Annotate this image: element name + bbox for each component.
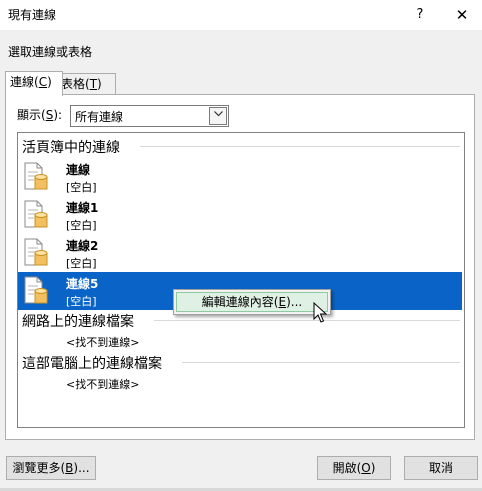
edit-connection-properties-label: 編輯連線內容 — [201, 295, 274, 309]
tab-tables[interactable]: 表格(T) — [56, 73, 116, 95]
network-not-found: <找不到連線> — [66, 336, 140, 349]
connection-name: 連線2 — [66, 239, 99, 253]
connection-file-icon — [24, 162, 48, 190]
dialog-prompt: 選取連線或表格 — [8, 45, 93, 59]
title-bar: 現有連線 ? ✕ — [0, 0, 482, 30]
open-button[interactable]: 開啟(O) — [317, 456, 391, 480]
section-divider — [140, 146, 460, 147]
browse-more-label: 瀏覽更多 — [12, 461, 61, 475]
connection-item[interactable]: 連線 [空白] — [18, 158, 462, 196]
tab-tables-key: T — [89, 77, 98, 91]
mouse-pointer-icon — [313, 302, 327, 323]
connection-file-icon — [24, 200, 48, 228]
help-button[interactable]: ? — [400, 0, 440, 30]
chevron-down-icon[interactable] — [209, 107, 227, 125]
context-menu: 編輯連線內容(E)... — [173, 289, 331, 315]
connection-file-icon — [24, 276, 48, 304]
connection-item[interactable]: 連線1 [空白] — [18, 196, 462, 234]
connection-description: [空白] — [66, 257, 97, 270]
connection-item[interactable]: 連線2 [空白] — [18, 234, 462, 272]
browse-more-button[interactable]: 瀏覽更多(B)... — [6, 456, 96, 480]
section-divider — [182, 362, 460, 363]
section-network-files: 網路上的連線檔案 — [22, 314, 134, 330]
browse-more-key: B — [65, 461, 74, 475]
show-filter-dropdown[interactable]: 所有連線 — [70, 105, 229, 127]
connection-description: [空白] — [66, 181, 97, 194]
edit-connection-properties-key: E — [278, 295, 287, 309]
connection-name: 連線1 — [66, 201, 99, 215]
tab-tables-label: 表格 — [61, 77, 86, 91]
edit-connection-properties-suffix: ... — [290, 295, 303, 309]
show-filter-value: 所有連線 — [75, 110, 124, 124]
connection-name: 連線 — [66, 163, 91, 177]
edit-connection-properties-item[interactable]: 編輯連線內容(E)... — [176, 292, 328, 312]
show-label-key: S — [45, 108, 54, 122]
show-label-text: 顯示 — [17, 108, 42, 122]
connection-name: 連線5 — [66, 277, 99, 291]
open-label: 開啟 — [332, 461, 357, 475]
tab-connections-label: 連線 — [10, 75, 35, 89]
cancel-button[interactable]: 取消 — [404, 456, 478, 480]
close-button[interactable]: ✕ — [442, 0, 482, 30]
tab-connections[interactable]: 連線(C) — [5, 71, 63, 96]
tab-connections-key: C — [38, 75, 48, 89]
connection-file-icon — [24, 238, 48, 266]
section-workbook-connections: 活頁簿中的連線 — [22, 140, 120, 156]
section-divider — [154, 320, 460, 321]
show-label: 顯示(S): — [17, 108, 63, 122]
browse-more-suffix: ... — [78, 461, 90, 475]
connection-list[interactable]: 活頁簿中的連線 連線 [空白] 連線1 [空白] 連線2 [空白] 連線5 [空… — [17, 132, 465, 428]
window-title: 現有連線 — [8, 8, 57, 22]
connection-description: [空白] — [66, 219, 97, 232]
connection-description: [空白] — [66, 295, 97, 308]
computer-not-found: <找不到連線> — [66, 378, 140, 391]
open-key: O — [361, 461, 371, 475]
show-label-colon: : — [58, 108, 63, 122]
section-computer-files: 這部電腦上的連線檔案 — [22, 356, 162, 372]
